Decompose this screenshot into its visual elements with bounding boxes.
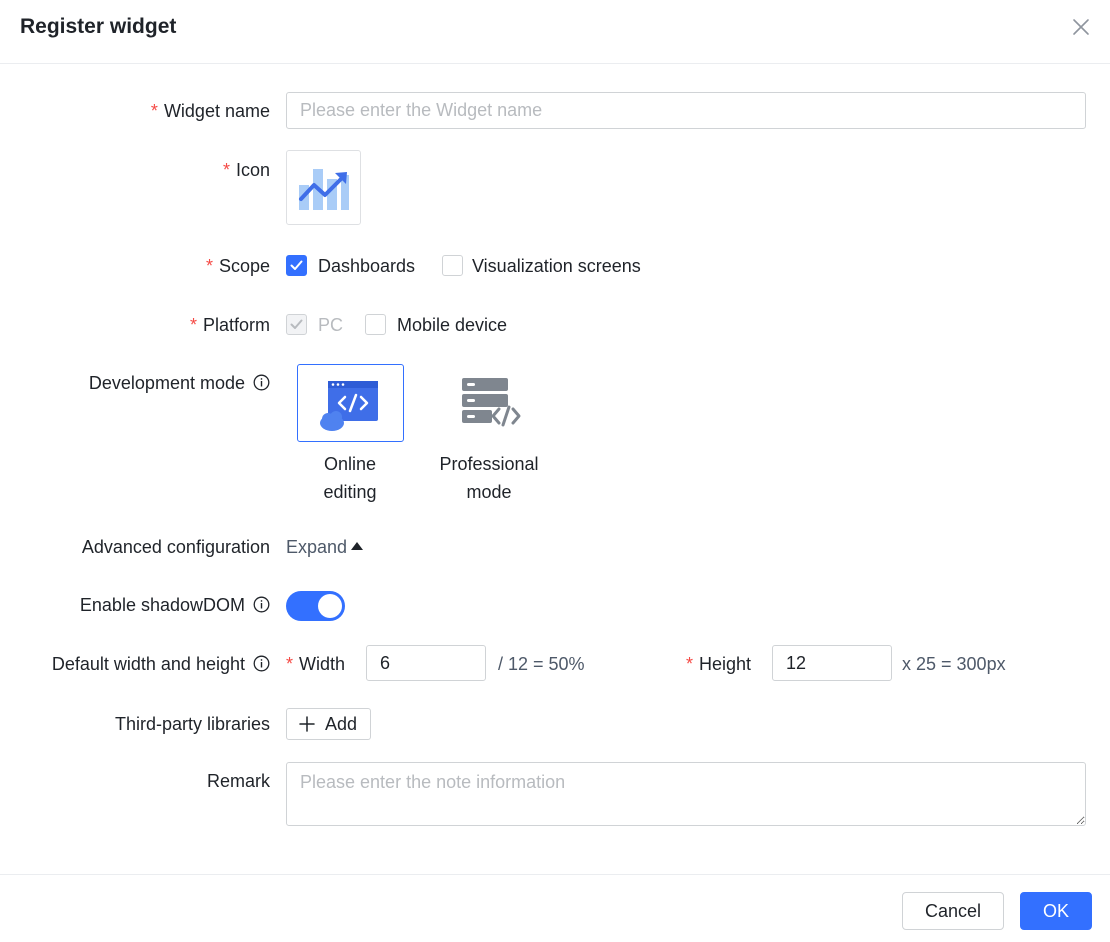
height-input[interactable] [772, 645, 892, 681]
advanced-configuration-label: Advanced configuration [81, 537, 270, 557]
required-mark: * [286, 654, 294, 674]
pc-option-label: PC [318, 315, 344, 335]
mobile-device-option-label[interactable]: Mobile device [397, 313, 507, 337]
mobile-device-checkbox[interactable] [365, 314, 386, 335]
professional-mode-card[interactable] [436, 364, 543, 442]
online-editing-icon [320, 381, 378, 431]
server-code-icon [462, 378, 521, 427]
icon-row: * Icon [0, 150, 1110, 226]
register-widget-dialog: Register widget *Widget name *Icon [0, 0, 1110, 942]
cancel-button[interactable]: Cancel [902, 892, 1004, 930]
development-mode-label: Development mode [89, 371, 270, 397]
shadow-dom-switch[interactable] [286, 591, 345, 621]
pc-checkbox[interactable] [286, 314, 307, 335]
dialog-footer: Cancel OK [0, 874, 1110, 942]
expand-toggle[interactable]: Expand [286, 535, 364, 559]
widget-name-label: * Widget name [150, 101, 270, 121]
height-pixels-text: x 25 = 300px [902, 654, 1006, 674]
dashboards-checkbox[interactable] [286, 255, 307, 276]
switch-knob [318, 594, 342, 618]
trend-chart-icon [299, 169, 349, 210]
required-mark: * [222, 160, 230, 180]
remark-textarea[interactable] [286, 762, 1086, 826]
required-mark: * [189, 315, 197, 335]
widget-name-row: * Widget name [0, 92, 1110, 130]
icon-picker[interactable] [286, 150, 361, 225]
add-library-button[interactable]: Add [286, 708, 371, 740]
info-icon[interactable] [253, 654, 270, 678]
platform-row: * Platform PC Mobile device [0, 312, 1110, 338]
width-ratio-text: / 12 = 50% [498, 654, 585, 674]
third-party-libraries-row: Third-party libraries Add [0, 708, 1110, 740]
required-mark: * [150, 101, 158, 121]
ok-button[interactable]: OK [1020, 892, 1092, 930]
professional-mode-label[interactable]: Professional mode [419, 450, 559, 506]
required-mark: * [686, 654, 694, 674]
caret-up-icon [351, 542, 364, 550]
shadow-dom-label: Enable shadowDOM [80, 593, 270, 619]
info-icon[interactable] [253, 595, 270, 619]
check-icon [290, 319, 303, 329]
width-label: * Width [286, 654, 346, 674]
info-icon[interactable] [253, 373, 270, 397]
check-icon [290, 260, 303, 270]
platform-label: * Platform [189, 315, 270, 335]
scope-row: * Scope Dashboards Visualization screens [0, 253, 1110, 279]
dialog-title: Register widget [20, 15, 177, 38]
scope-label: * Scope [205, 256, 270, 276]
visualization-screens-option-label[interactable]: Visualization screens [472, 254, 641, 278]
advanced-configuration-row: Advanced configuration Expand [0, 535, 1110, 561]
icon-label: * Icon [222, 160, 270, 180]
close-icon[interactable] [1070, 16, 1092, 38]
default-size-row: Default width and height *Width / 12 = 5… [0, 645, 1110, 681]
required-mark: * [205, 256, 213, 276]
dialog-header: Register widget [0, 0, 1110, 64]
online-editing-card[interactable] [297, 364, 404, 442]
width-input[interactable] [366, 645, 486, 681]
development-mode-row: Development mode Online editing Professi… [0, 364, 1110, 509]
remark-label: Remark [206, 771, 270, 791]
remark-row: Remark [0, 762, 1110, 826]
height-label: * Height [686, 654, 752, 674]
widget-name-input[interactable] [286, 92, 1086, 129]
default-size-label: Default width and height [52, 652, 270, 678]
dashboards-option-label[interactable]: Dashboards [318, 254, 415, 278]
plus-icon [299, 716, 315, 732]
visualization-screens-checkbox[interactable] [442, 255, 463, 276]
third-party-libraries-label: Third-party libraries [114, 714, 270, 734]
online-editing-label[interactable]: Online editing [280, 450, 420, 506]
shadow-dom-row: Enable shadowDOM [0, 591, 1110, 621]
